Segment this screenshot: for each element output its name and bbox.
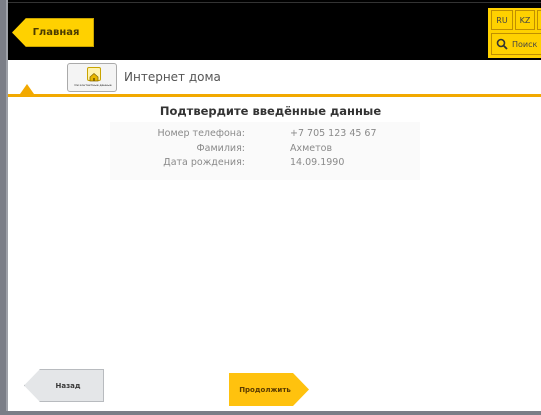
surname-label: Фамилия: — [196, 143, 245, 154]
language-more-button[interactable] — [537, 10, 541, 30]
continue-button[interactable]: Продолжить — [229, 373, 309, 406]
birthdate-value: 14.09.1990 — [290, 157, 345, 168]
language-ru-label: RU — [496, 15, 508, 25]
service-logo-caption: Ои контактные данные — [74, 83, 112, 87]
continue-button-label: Продолжить — [239, 385, 291, 394]
phone-row: Номер телефона: +7 705 123 45 67 — [110, 128, 420, 141]
birthdate-row: Дата рождения: 14.09.1990 — [110, 157, 420, 170]
back-button[interactable]: Назад — [24, 369, 104, 402]
search-icon — [492, 34, 512, 54]
confirmation-title: Подтвердите введённые данные — [159, 104, 382, 118]
phone-value: +7 705 123 45 67 — [290, 128, 377, 139]
service-title: Интернет дома — [124, 70, 221, 84]
search-label: Поиск — [512, 39, 538, 49]
window-bottom-border — [0, 411, 541, 415]
service-header-underline — [8, 94, 541, 97]
service-logo: Ои контактные данные — [67, 63, 117, 92]
surname-row: Фамилия: Ахметов — [110, 143, 420, 156]
birthdate-label: Дата рождения: — [163, 157, 245, 168]
language-kz-label: KZ — [519, 15, 531, 25]
language-kz-button[interactable]: KZ — [515, 10, 535, 30]
language-ru-button[interactable]: RU — [491, 10, 513, 30]
home-button-label: Главная — [32, 27, 80, 38]
back-button-label: Назад — [55, 381, 81, 390]
surname-value: Ахметов — [290, 143, 333, 154]
search-button[interactable]: Поиск — [491, 33, 541, 55]
top-bar-line — [8, 2, 541, 3]
phone-label: Номер телефона: — [157, 128, 245, 139]
home-button[interactable]: Главная — [12, 18, 94, 47]
home-internet-icon — [87, 67, 101, 82]
